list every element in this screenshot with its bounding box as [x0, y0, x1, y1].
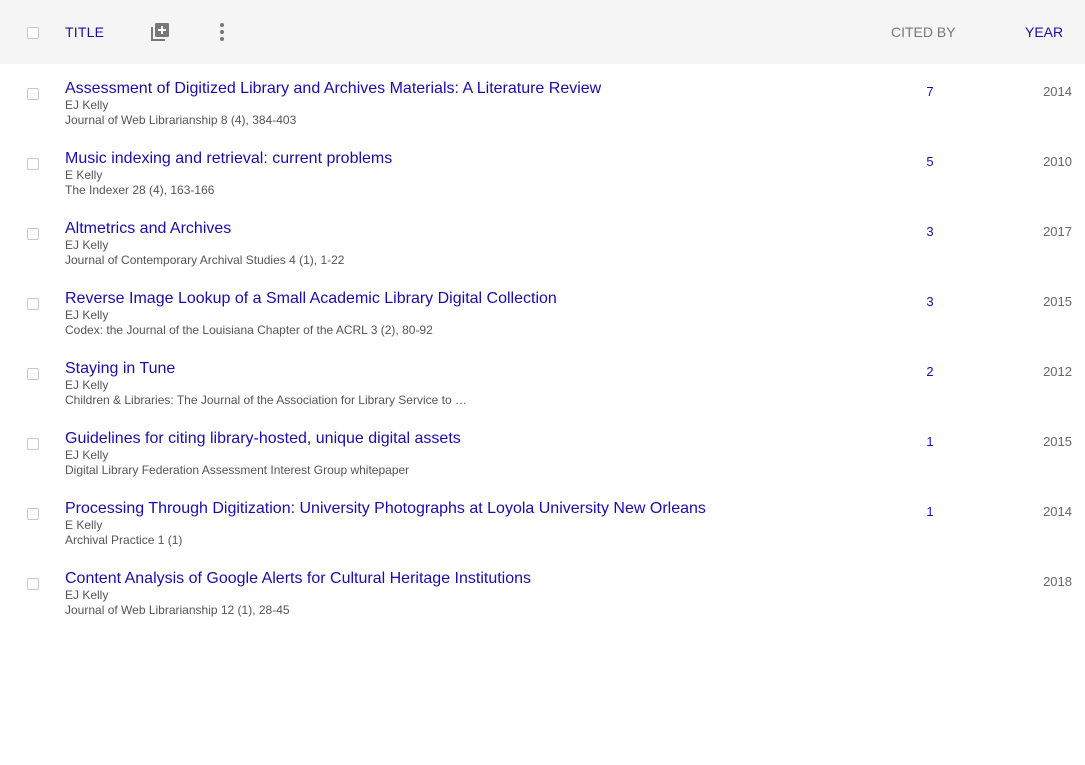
- article-year: 2010: [1043, 154, 1072, 169]
- table-row: Music indexing and retrieval: current pr…: [0, 150, 1085, 220]
- article-venue: Journal of Web Librarianship 8 (4), 384-…: [65, 113, 297, 127]
- article-authors: EJ Kelly: [65, 308, 109, 322]
- sort-by-title-link[interactable]: TITLE: [65, 24, 104, 40]
- article-venue: The Indexer 28 (4), 163-166: [65, 183, 215, 197]
- table-row: Assessment of Digitized Library and Arch…: [0, 80, 1085, 150]
- article-year: 2014: [1043, 504, 1072, 519]
- article-venue: Journal of Contemporary Archival Studies…: [65, 253, 345, 267]
- row-checkbox[interactable]: [27, 578, 39, 590]
- cited-by-count-link[interactable]: 5: [900, 154, 960, 169]
- articles-list: Assessment of Digitized Library and Arch…: [0, 80, 1085, 640]
- article-authors: EJ Kelly: [65, 448, 109, 462]
- add-box-icon[interactable]: [151, 23, 169, 41]
- select-all-checkbox[interactable]: [27, 27, 39, 39]
- article-venue: Archival Practice 1 (1): [65, 533, 183, 547]
- table-row: Staying in Tune EJ Kelly Children & Libr…: [0, 360, 1085, 430]
- cited-by-column-header[interactable]: CITED BY: [891, 24, 956, 40]
- article-title-link[interactable]: Altmetrics and Archives: [65, 220, 825, 238]
- more-vert-icon[interactable]: [216, 22, 228, 42]
- row-checkbox[interactable]: [27, 438, 39, 450]
- article-title-link[interactable]: Assessment of Digitized Library and Arch…: [65, 80, 825, 98]
- table-row: Processing Through Digitization: Univers…: [0, 500, 1085, 570]
- cited-by-count-link[interactable]: 3: [900, 224, 960, 239]
- article-authors: EJ Kelly: [65, 378, 109, 392]
- article-title-link[interactable]: Guidelines for citing library-hosted, un…: [65, 430, 825, 448]
- article-title-link[interactable]: Staying in Tune: [65, 360, 825, 378]
- table-header: TITLE CITED BY YEAR: [0, 0, 1085, 64]
- article-title-link[interactable]: Processing Through Digitization: Univers…: [65, 500, 825, 518]
- cited-by-count-link[interactable]: 2: [900, 364, 960, 379]
- article-year: 2017: [1043, 224, 1072, 239]
- article-authors: EJ Kelly: [65, 588, 109, 602]
- article-authors: E Kelly: [65, 518, 103, 532]
- table-row: Guidelines for citing library-hosted, un…: [0, 430, 1085, 500]
- sort-by-year-link[interactable]: YEAR: [1025, 24, 1063, 40]
- article-venue: Codex: the Journal of the Louisiana Chap…: [65, 323, 433, 337]
- article-year: 2012: [1043, 364, 1072, 379]
- article-authors: EJ Kelly: [65, 238, 109, 252]
- article-year: 2015: [1043, 434, 1072, 449]
- article-title-link[interactable]: Music indexing and retrieval: current pr…: [65, 150, 825, 168]
- article-venue: Journal of Web Librarianship 12 (1), 28-…: [65, 603, 290, 617]
- article-year: 2018: [1043, 574, 1072, 589]
- article-venue: Children & Libraries: The Journal of the…: [65, 393, 467, 407]
- row-checkbox[interactable]: [27, 228, 39, 240]
- table-row: Reverse Image Lookup of a Small Academic…: [0, 290, 1085, 360]
- article-title-link[interactable]: Reverse Image Lookup of a Small Academic…: [65, 290, 825, 308]
- article-title-link[interactable]: Content Analysis of Google Alerts for Cu…: [65, 570, 825, 588]
- table-row: Content Analysis of Google Alerts for Cu…: [0, 570, 1085, 640]
- row-checkbox[interactable]: [27, 508, 39, 520]
- article-authors: E Kelly: [65, 168, 103, 182]
- article-venue: Digital Library Federation Assessment In…: [65, 463, 410, 477]
- article-year: 2015: [1043, 294, 1072, 309]
- cited-by-count-link[interactable]: 1: [900, 504, 960, 519]
- row-checkbox[interactable]: [27, 88, 39, 100]
- table-row: Altmetrics and Archives EJ Kelly Journal…: [0, 220, 1085, 290]
- cited-by-count-link[interactable]: 7: [900, 84, 960, 99]
- cited-by-count-link[interactable]: 1: [900, 434, 960, 449]
- row-checkbox[interactable]: [27, 158, 39, 170]
- cited-by-count-link[interactable]: 3: [900, 294, 960, 309]
- article-authors: EJ Kelly: [65, 98, 109, 112]
- article-year: 2014: [1043, 84, 1072, 99]
- row-checkbox[interactable]: [27, 368, 39, 380]
- row-checkbox[interactable]: [27, 298, 39, 310]
